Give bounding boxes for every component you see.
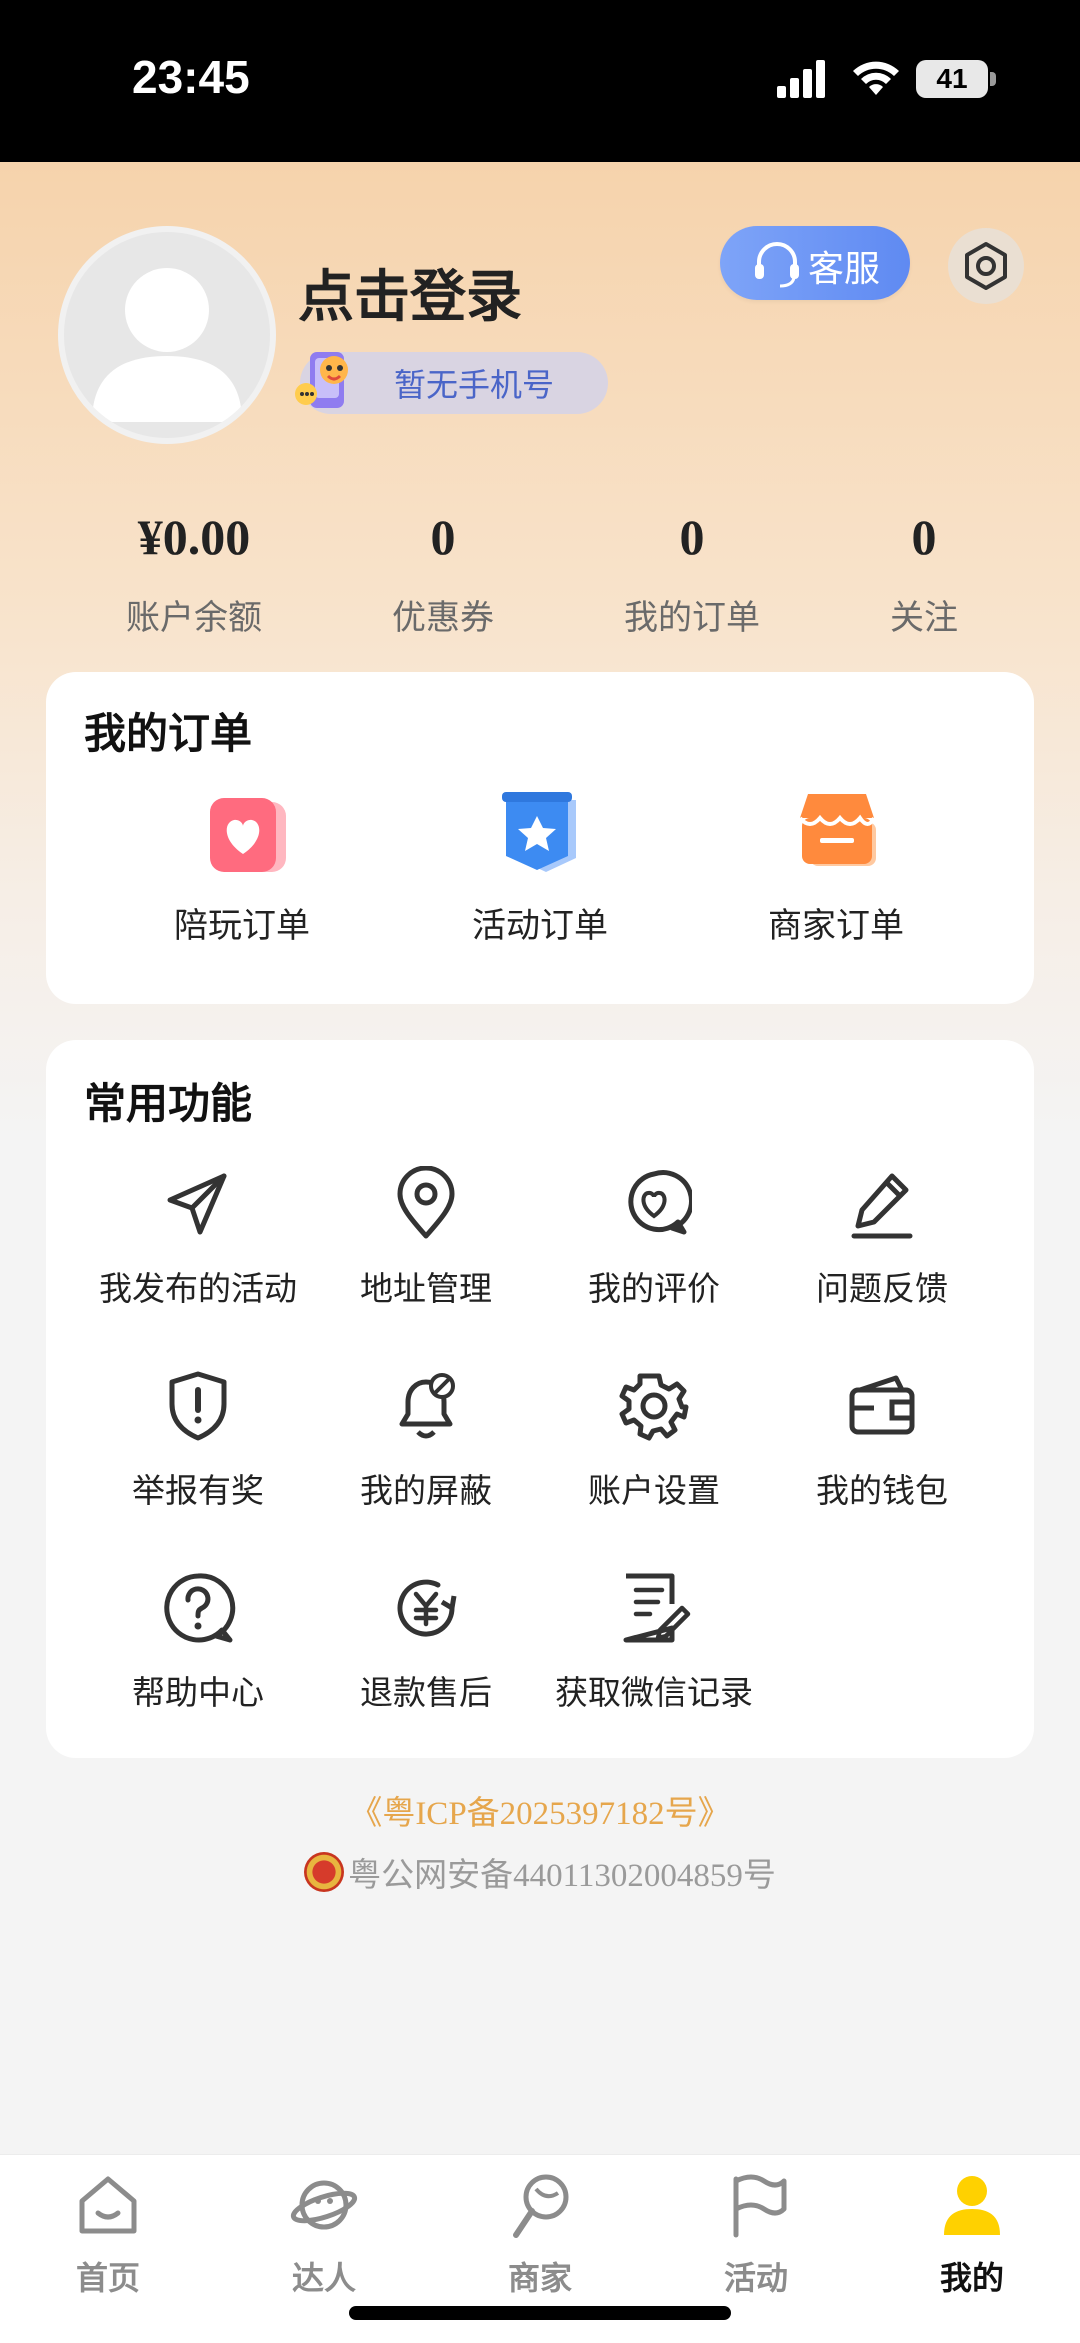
question-chat-icon [164, 1573, 236, 1643]
order-item-merchant[interactable]: 商家订单 [706, 672, 966, 982]
status-time: 23:45 [132, 51, 250, 103]
hexagon-settings-icon [965, 242, 1007, 290]
tab-talent[interactable]: 达人 [216, 2171, 432, 2311]
tab-label: 活动 [723, 2259, 788, 2297]
func-label: 地址管理 [360, 1269, 492, 1308]
tab-label: 达人 [291, 2259, 356, 2297]
follows-label[interactable]: 关注 [814, 590, 1034, 639]
orders-card: 我的订单 陪玩订单 活动订单 商家订单 [46, 672, 1034, 1004]
func-refund[interactable]: 退款售后 [312, 1570, 540, 1750]
icp-record-link[interactable]: 《粤ICP备2025397182号》 [0, 1786, 1080, 1834]
func-address[interactable]: 地址管理 [312, 1166, 540, 1346]
avatar[interactable] [58, 226, 276, 444]
phone-mascot-icon [295, 352, 348, 408]
tab-label: 商家 [507, 2259, 572, 2297]
phone-badge-text: 暂无手机号 [394, 366, 555, 404]
planet-icon [290, 2180, 358, 2230]
pen-icon [851, 1173, 913, 1239]
func-blocked[interactable]: 我的屏蔽 [312, 1368, 540, 1548]
location-icon [397, 1166, 455, 1239]
customer-service-label: 客服 [808, 249, 881, 290]
common-functions-card: 常用功能 我发布的活动 地址管理 我的评价 问题反馈 举报有奖 我的屏蔽 账户设… [46, 1040, 1034, 1758]
default-avatar-icon [92, 268, 242, 422]
shield-alert-icon [169, 1371, 227, 1441]
document-edit-icon [623, 1573, 691, 1643]
tab-mine[interactable]: 我的 [864, 2171, 1080, 2311]
police-record-text: 粤公网安备44011302004859号 [348, 1858, 776, 1894]
my-orders-label[interactable]: 我的订单 [582, 590, 802, 639]
order-label-merchant: 商家订单 [768, 906, 904, 946]
heart-card-icon [210, 798, 286, 872]
func-label: 账户设置 [588, 1471, 720, 1510]
func-account-settings[interactable]: 账户设置 [540, 1368, 768, 1548]
func-label: 我发布的活动 [99, 1269, 297, 1308]
func-my-activities[interactable]: 我发布的活动 [84, 1166, 312, 1346]
tab-label: 首页 [75, 2259, 140, 2297]
gear-icon [619, 1373, 689, 1441]
func-label: 我的评价 [588, 1269, 720, 1308]
battery-level: 41 [916, 60, 988, 98]
func-feedback[interactable]: 问题反馈 [768, 1166, 996, 1346]
func-help[interactable]: 帮助中心 [84, 1570, 312, 1750]
balance-value[interactable]: ¥0.00 [84, 508, 304, 566]
flag-icon [733, 2174, 787, 2238]
order-label-activity: 活动订单 [472, 906, 608, 946]
wallet-icon [849, 1375, 915, 1435]
refund-icon [397, 1579, 457, 1637]
func-label: 获取微信记录 [555, 1673, 753, 1712]
tab-activity[interactable]: 活动 [648, 2171, 864, 2311]
bell-off-icon [399, 1373, 455, 1439]
func-reviews[interactable]: 我的评价 [540, 1166, 768, 1346]
func-label: 举报有奖 [132, 1471, 264, 1510]
func-label: 我的屏蔽 [360, 1471, 492, 1510]
balance-label[interactable]: 账户余额 [84, 590, 304, 639]
signal-icon [777, 60, 825, 98]
coupons-value[interactable]: 0 [333, 508, 553, 566]
my-orders-value[interactable]: 0 [582, 508, 802, 566]
wifi-icon [853, 61, 899, 95]
home-indicator [349, 2306, 731, 2320]
order-item-companion[interactable]: 陪玩订单 [112, 672, 372, 982]
order-label-companion: 陪玩订单 [174, 906, 310, 946]
police-emblem-icon [304, 1852, 345, 1892]
headset-icon [755, 242, 799, 288]
store-icon [798, 794, 876, 866]
star-badge-icon [502, 792, 576, 872]
home-icon [79, 2176, 137, 2234]
order-item-activity[interactable]: 活动订单 [410, 672, 670, 982]
tab-label-active: 我的 [939, 2259, 1004, 2297]
func-report[interactable]: 举报有奖 [84, 1368, 312, 1548]
police-record[interactable]: 粤公网安备44011302004859号 [0, 1848, 1080, 1896]
tab-home[interactable]: 首页 [0, 2171, 216, 2311]
func-label: 我的钱包 [816, 1471, 948, 1510]
settings-button[interactable] [948, 228, 1024, 304]
func-label: 问题反馈 [816, 1269, 948, 1308]
func-wechat-records[interactable]: 获取微信记录 [540, 1570, 768, 1750]
battery-tip [990, 72, 996, 86]
heart-chat-icon [628, 1170, 692, 1235]
coupons-label[interactable]: 优惠券 [333, 590, 553, 639]
func-wallet[interactable]: 我的钱包 [768, 1368, 996, 1548]
func-label: 退款售后 [360, 1673, 492, 1712]
follows-value[interactable]: 0 [814, 508, 1034, 566]
tab-merchant[interactable]: 商家 [432, 2171, 648, 2311]
lollipop-icon [513, 2174, 569, 2238]
person-icon [944, 2176, 1000, 2235]
func-label: 帮助中心 [132, 1673, 264, 1712]
functions-card-title: 常用功能 [84, 1079, 253, 1128]
send-icon [167, 1173, 227, 1235]
login-title[interactable]: 点击登录 [298, 252, 522, 333]
